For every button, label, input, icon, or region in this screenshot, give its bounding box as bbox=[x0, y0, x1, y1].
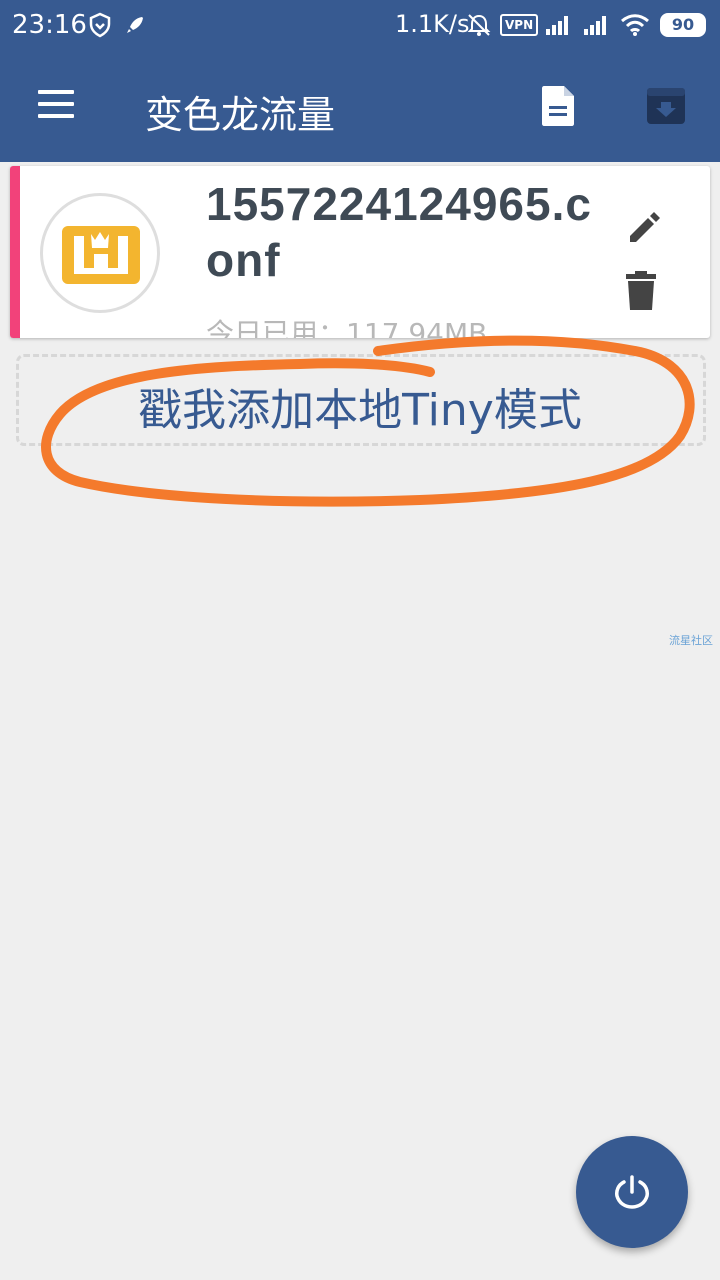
power-icon bbox=[615, 1175, 649, 1209]
app-bar: 23:16 1.1K/s VPN 90 变色龙流量 bbox=[0, 0, 720, 162]
profile-logo bbox=[40, 193, 160, 313]
power-button[interactable] bbox=[576, 1136, 688, 1248]
signal-icon bbox=[582, 12, 610, 38]
delete-icon[interactable] bbox=[624, 270, 658, 312]
battery-icon: 90 bbox=[660, 13, 706, 37]
status-bar: 23:16 1.1K/s VPN 90 bbox=[0, 0, 720, 52]
card-accent-bar bbox=[10, 166, 20, 338]
rocket-icon bbox=[124, 12, 146, 38]
profile-name: 1557224124965.conf bbox=[206, 178, 592, 286]
status-time: 23:16 bbox=[12, 10, 87, 40]
screen: 23:16 1.1K/s VPN 90 变色龙流量 1557224124965.… bbox=[0, 0, 720, 1280]
edit-icon[interactable] bbox=[626, 208, 664, 246]
vpn-badge: VPN bbox=[500, 14, 539, 36]
watermark: 流星社区 bbox=[669, 634, 713, 647]
mute-alarm-icon bbox=[466, 12, 492, 38]
usage-text: 今日已用：117.94MB bbox=[206, 317, 488, 338]
profile-card[interactable]: 1557224124965.conf 今日已用：117.94MB bbox=[10, 166, 710, 338]
wifi-icon bbox=[620, 12, 650, 38]
menu-icon[interactable] bbox=[36, 88, 76, 122]
document-icon[interactable] bbox=[538, 84, 578, 128]
signal-icon bbox=[544, 12, 572, 38]
add-local-label[interactable]: 戳我添加本地Tiny模式 bbox=[0, 374, 720, 438]
app-title: 变色龙流量 bbox=[145, 93, 336, 137]
shield-icon bbox=[88, 12, 112, 38]
net-speed: 1.1K/s bbox=[395, 10, 470, 38]
archive-download-icon[interactable] bbox=[643, 84, 689, 128]
